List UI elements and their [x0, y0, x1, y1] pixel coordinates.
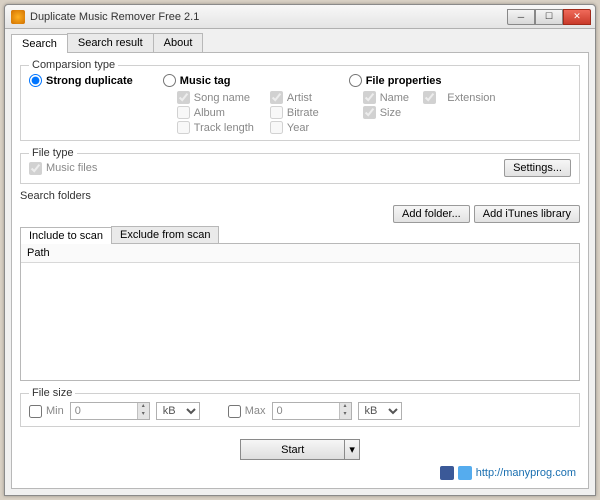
add-folder-button[interactable]: Add folder...: [393, 205, 470, 223]
scan-list-body[interactable]: [21, 263, 579, 380]
radio-props-input[interactable]: [349, 74, 362, 87]
chk-artist[interactable]: Artist: [270, 91, 319, 104]
filesize-group: File size Min ▴▾ kB Max ▴▾ kB: [20, 387, 580, 427]
min-unit-select[interactable]: kB: [156, 402, 200, 420]
start-dropdown-button[interactable]: ▾: [345, 439, 360, 460]
tab-search-result[interactable]: Search result: [67, 33, 154, 52]
tab-about[interactable]: About: [153, 33, 204, 52]
search-panel: Comparsion type Strong duplicate Music t…: [11, 53, 589, 489]
add-itunes-button[interactable]: Add iTunes library: [474, 205, 580, 223]
tab-exclude-scan[interactable]: Exclude from scan: [111, 226, 219, 243]
main-tabs: Search Search result About: [11, 33, 589, 53]
chk-min[interactable]: Min: [29, 405, 64, 418]
chk-song-name[interactable]: Song name: [177, 91, 254, 104]
comparison-group: Comparsion type Strong duplicate Music t…: [20, 59, 580, 141]
window-buttons: ─ ☐ ✕: [507, 9, 591, 25]
min-spin-up[interactable]: ▴: [137, 403, 149, 411]
chk-year[interactable]: Year: [270, 121, 319, 134]
min-input-wrap: ▴▾: [70, 402, 150, 420]
manyprog-link[interactable]: http://manyprog.com: [476, 467, 576, 479]
footer: http://manyprog.com: [20, 466, 580, 482]
chk-max[interactable]: Max: [228, 405, 266, 418]
start-button[interactable]: Start: [240, 439, 345, 460]
comparison-label: Comparsion type: [29, 59, 118, 71]
path-column-header[interactable]: Path: [21, 244, 579, 263]
chk-track-length[interactable]: Track length: [177, 121, 254, 134]
radio-file-properties[interactable]: File properties: [349, 74, 496, 87]
chk-extension-input[interactable]: [423, 91, 436, 104]
max-spin-down[interactable]: ▾: [339, 411, 351, 419]
radio-tag-input[interactable]: [163, 74, 176, 87]
twitter-icon[interactable]: [458, 466, 472, 480]
client-area: Search Search result About Comparsion ty…: [5, 29, 595, 495]
max-unit-select[interactable]: kB: [358, 402, 402, 420]
chk-name[interactable]: Name Extension: [363, 91, 496, 104]
max-spin-up[interactable]: ▴: [339, 403, 351, 411]
maximize-button[interactable]: ☐: [535, 9, 563, 25]
chk-album[interactable]: Album: [177, 106, 254, 119]
max-input-wrap: ▴▾: [272, 402, 352, 420]
filetype-group: File type Music files Settings...: [20, 147, 580, 184]
chk-bitrate[interactable]: Bitrate: [270, 106, 319, 119]
filetype-label: File type: [29, 147, 77, 159]
radio-strong-input[interactable]: [29, 74, 42, 87]
radio-strong-duplicate[interactable]: Strong duplicate: [29, 74, 133, 87]
chk-size[interactable]: Size: [363, 106, 496, 119]
titlebar-text: Duplicate Music Remover Free 2.1: [30, 11, 507, 23]
radio-music-tag[interactable]: Music tag: [163, 74, 319, 87]
tab-include-scan[interactable]: Include to scan: [20, 227, 112, 244]
folders-section: Search folders Add folder... Add iTunes …: [20, 190, 580, 381]
tab-search[interactable]: Search: [11, 34, 68, 53]
scan-folder-list[interactable]: Path: [20, 243, 580, 381]
app-window: Duplicate Music Remover Free 2.1 ─ ☐ ✕ S…: [4, 4, 596, 496]
settings-button[interactable]: Settings...: [504, 159, 571, 177]
facebook-icon[interactable]: [440, 466, 454, 480]
close-button[interactable]: ✕: [563, 9, 591, 25]
chk-music-files[interactable]: Music files: [29, 162, 97, 175]
titlebar[interactable]: Duplicate Music Remover Free 2.1 ─ ☐ ✕: [5, 5, 595, 29]
filesize-label: File size: [29, 387, 75, 399]
search-folders-label: Search folders: [20, 190, 580, 202]
min-spin-down[interactable]: ▾: [137, 411, 149, 419]
scan-tabs: Include to scan Exclude from scan: [20, 226, 580, 243]
minimize-button[interactable]: ─: [507, 9, 535, 25]
start-row: Start ▾: [20, 439, 580, 460]
app-icon: [11, 10, 25, 24]
